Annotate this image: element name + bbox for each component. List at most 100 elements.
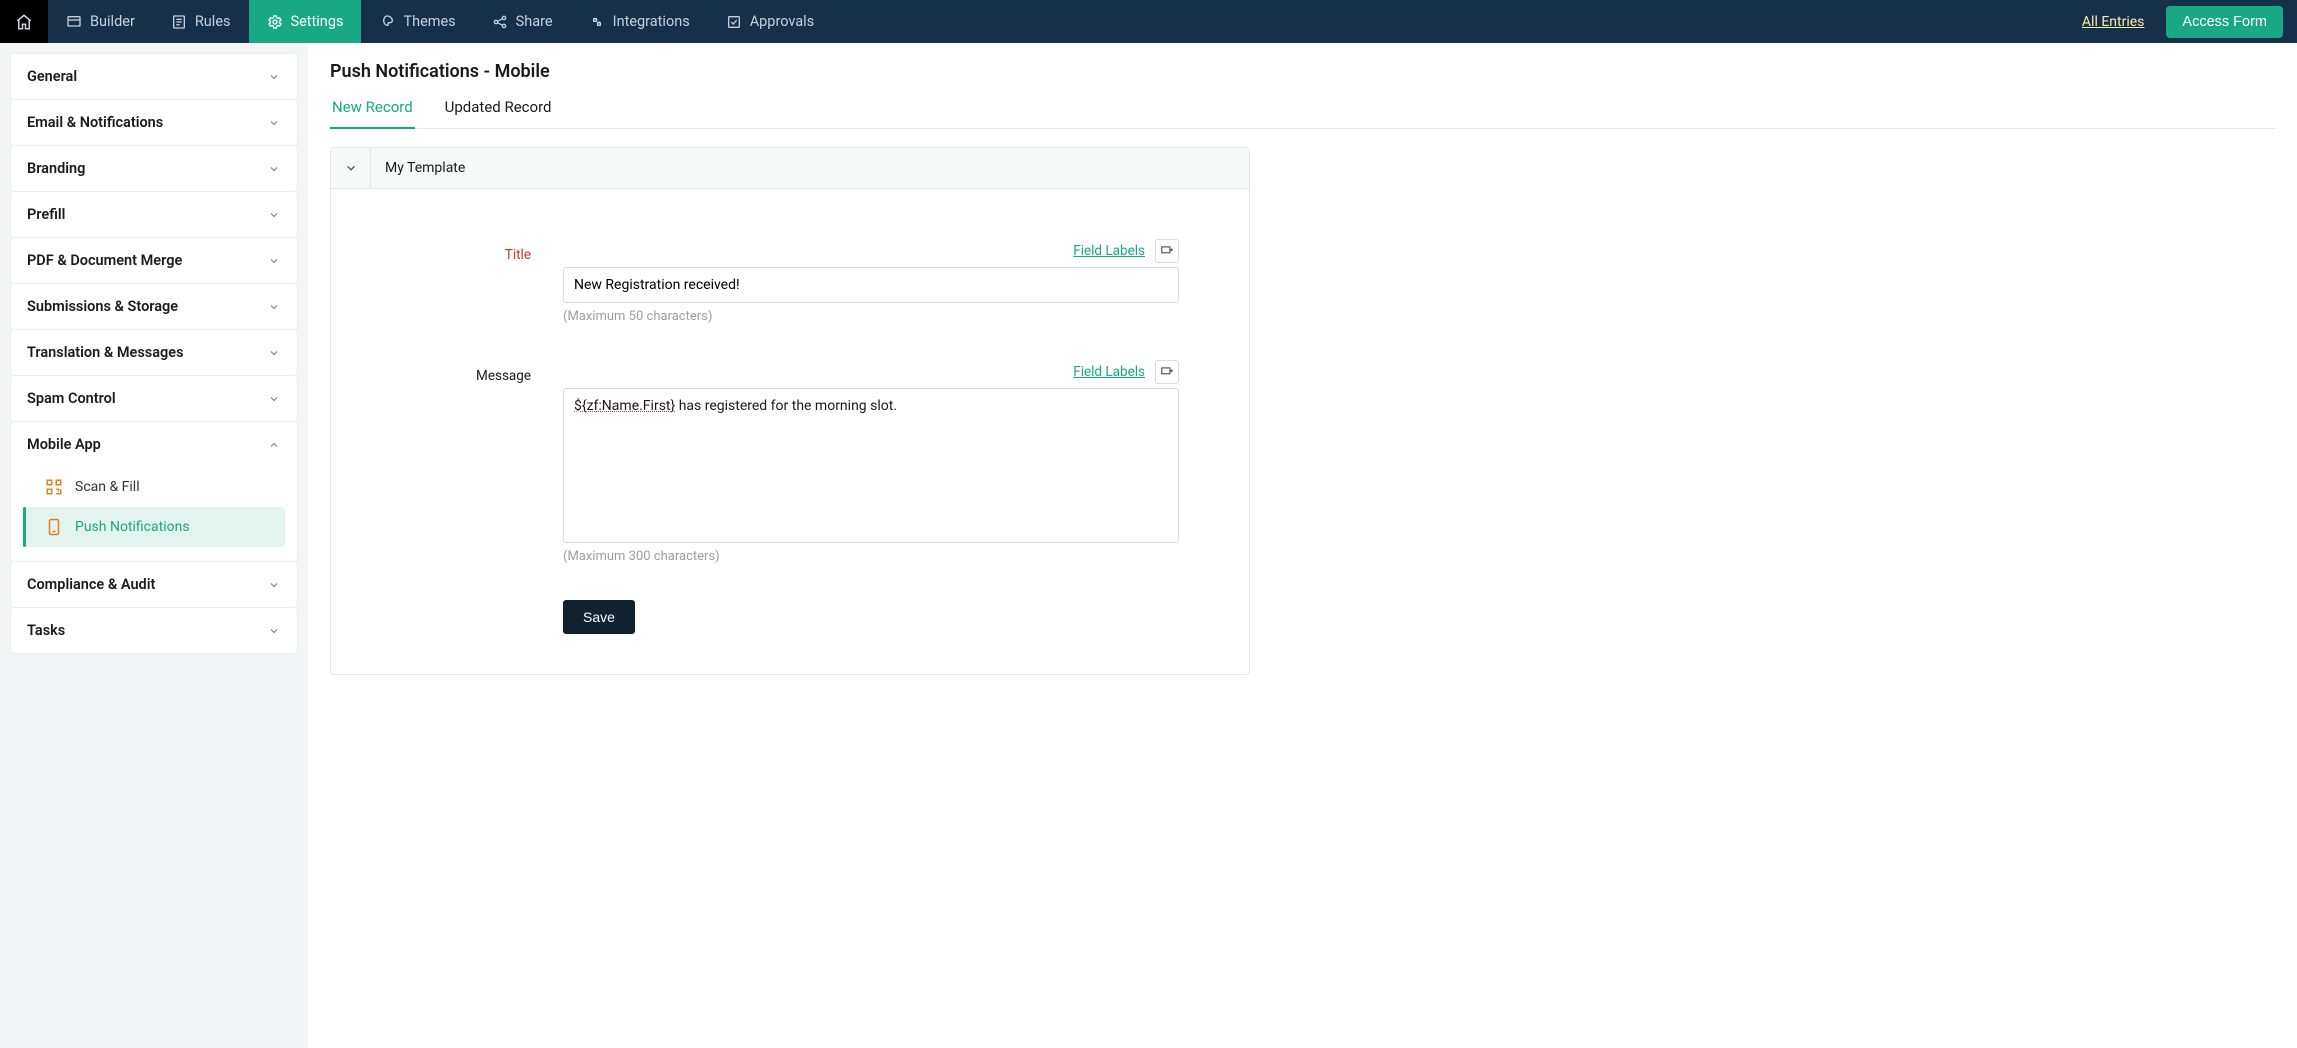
- nav-tab-label: Rules: [195, 13, 231, 30]
- nav-tabs: Builder Rules Settings Themes Share Inte…: [48, 0, 2082, 43]
- panel-title: My Template: [371, 148, 479, 188]
- integrations-icon: [589, 14, 605, 30]
- nav-tab-approvals[interactable]: Approvals: [708, 0, 833, 43]
- insert-field-button-message[interactable]: [1155, 360, 1179, 384]
- chevron-down-icon: [267, 392, 281, 406]
- access-form-button[interactable]: Access Form: [2166, 6, 2283, 38]
- title-field-wrap: Field Labels (Maximum 50 characters): [563, 239, 1179, 324]
- tab-updated-record[interactable]: Updated Record: [443, 90, 554, 128]
- nav-tab-themes[interactable]: Themes: [361, 0, 473, 43]
- sidebar-item-pdf-document-merge[interactable]: PDF & Document Merge: [10, 237, 298, 284]
- nav-right: All Entries Access Form: [2082, 0, 2297, 43]
- message-text: has registered for the morning slot.: [675, 398, 897, 414]
- nav-tab-label: Settings: [291, 13, 344, 30]
- title-row: Title Field Labels (Maximum 50 character…: [431, 239, 1179, 324]
- tab-new-record[interactable]: New Record: [330, 90, 415, 128]
- message-hint: (Maximum 300 characters): [563, 549, 1179, 564]
- nav-tab-rules[interactable]: Rules: [153, 0, 249, 43]
- sidebar-item-tasks[interactable]: Tasks: [10, 607, 298, 654]
- sidebar-sub-push-notifications[interactable]: Push Notifications: [23, 507, 285, 547]
- layout: General Email & Notifications Branding P…: [0, 43, 2297, 1048]
- sidebar-item-label: Prefill: [27, 206, 65, 223]
- merge-token: ${zf:Name.First}: [574, 398, 675, 414]
- approvals-icon: [726, 14, 742, 30]
- title-label: Title: [431, 239, 531, 324]
- sidebar-item-email-notifications[interactable]: Email & Notifications: [10, 99, 298, 146]
- sidebar-item-mobile-app-header[interactable]: Mobile App: [11, 422, 297, 467]
- sidebar-item-branding[interactable]: Branding: [10, 145, 298, 192]
- themes-icon: [379, 14, 395, 30]
- sidebar-item-label: Submissions & Storage: [27, 298, 178, 315]
- message-input[interactable]: ${zf:Name.First} has registered for the …: [563, 388, 1179, 543]
- qr-icon: [45, 478, 63, 496]
- chevron-down-icon: [267, 578, 281, 592]
- sidebar-item-compliance-audit[interactable]: Compliance & Audit: [10, 561, 298, 608]
- chevron-down-icon: [267, 300, 281, 314]
- rules-icon: [171, 14, 187, 30]
- template-panel: My Template Title Field Labels (M: [330, 147, 1250, 675]
- message-field-wrap: Field Labels ${zf:Name.First} has regist…: [563, 360, 1179, 564]
- template-panel-header: My Template: [331, 148, 1249, 189]
- settings-sidebar: General Email & Notifications Branding P…: [0, 43, 308, 1048]
- sidebar-item-label: General: [27, 68, 77, 85]
- panel-collapse-toggle[interactable]: [331, 148, 371, 188]
- nav-tab-share[interactable]: Share: [474, 0, 571, 43]
- page-title: Push Notifications - Mobile: [330, 61, 2275, 82]
- sidebar-sub-label: Push Notifications: [75, 519, 190, 535]
- chevron-down-icon: [267, 70, 281, 84]
- nav-tab-integrations[interactable]: Integrations: [571, 0, 708, 43]
- sidebar-item-label: Spam Control: [27, 390, 116, 407]
- insert-field-button-title[interactable]: [1155, 239, 1179, 263]
- sidebar-item-label: Translation & Messages: [27, 344, 184, 361]
- sidebar-item-label: Email & Notifications: [27, 114, 163, 131]
- nav-tab-label: Approvals: [750, 13, 815, 30]
- all-entries-link[interactable]: All Entries: [2082, 14, 2144, 30]
- share-icon: [492, 14, 508, 30]
- main-content: Push Notifications - Mobile New Record U…: [308, 43, 2297, 1048]
- builder-icon: [66, 14, 82, 30]
- chevron-down-icon: [344, 161, 358, 175]
- home-icon: [15, 13, 33, 31]
- nav-tab-settings[interactable]: Settings: [249, 0, 362, 43]
- sidebar-item-submissions-storage[interactable]: Submissions & Storage: [10, 283, 298, 330]
- message-label: Message: [431, 360, 531, 564]
- home-button[interactable]: [0, 0, 48, 43]
- insert-icon: [1160, 365, 1174, 379]
- sidebar-item-spam-control[interactable]: Spam Control: [10, 375, 298, 422]
- chevron-down-icon: [267, 624, 281, 638]
- chevron-down-icon: [267, 254, 281, 268]
- chevron-down-icon: [267, 346, 281, 360]
- nav-tab-label: Themes: [403, 13, 455, 30]
- sidebar-item-translation-messages[interactable]: Translation & Messages: [10, 329, 298, 376]
- sidebar-sub-label: Scan & Fill: [75, 479, 140, 495]
- sidebar-item-label: Tasks: [27, 622, 65, 639]
- sidebar-item-label: Compliance & Audit: [27, 576, 155, 593]
- sidebar-item-label: Mobile App: [27, 436, 101, 453]
- message-row: Message Field Labels ${zf:Name.First} ha…: [431, 360, 1179, 564]
- field-labels-link-message[interactable]: Field Labels: [1073, 364, 1145, 380]
- sidebar-sub-scan-fill[interactable]: Scan & Fill: [23, 467, 285, 507]
- sidebar-item-label: Branding: [27, 160, 85, 177]
- title-input[interactable]: [563, 267, 1179, 303]
- nav-tab-builder[interactable]: Builder: [48, 0, 153, 43]
- save-button[interactable]: Save: [563, 600, 635, 634]
- settings-icon: [267, 14, 283, 30]
- sidebar-item-mobile-app: Mobile App Scan & Fill Push Notification…: [10, 421, 298, 562]
- phone-icon: [45, 518, 63, 536]
- nav-tab-label: Share: [516, 13, 553, 30]
- sidebar-item-general[interactable]: General: [10, 53, 298, 100]
- chevron-up-icon: [267, 438, 281, 452]
- template-panel-body: Title Field Labels (Maximum 50 character…: [331, 189, 1249, 674]
- top-nav: Builder Rules Settings Themes Share Inte…: [0, 0, 2297, 43]
- chevron-down-icon: [267, 162, 281, 176]
- nav-tab-label: Builder: [90, 13, 135, 30]
- chevron-down-icon: [267, 208, 281, 222]
- sidebar-item-prefill[interactable]: Prefill: [10, 191, 298, 238]
- content-tabs: New Record Updated Record: [330, 90, 2275, 129]
- title-hint: (Maximum 50 characters): [563, 309, 1179, 324]
- field-labels-link-title[interactable]: Field Labels: [1073, 243, 1145, 259]
- nav-tab-label: Integrations: [613, 13, 690, 30]
- chevron-down-icon: [267, 116, 281, 130]
- sidebar-item-label: PDF & Document Merge: [27, 252, 182, 269]
- insert-icon: [1160, 244, 1174, 258]
